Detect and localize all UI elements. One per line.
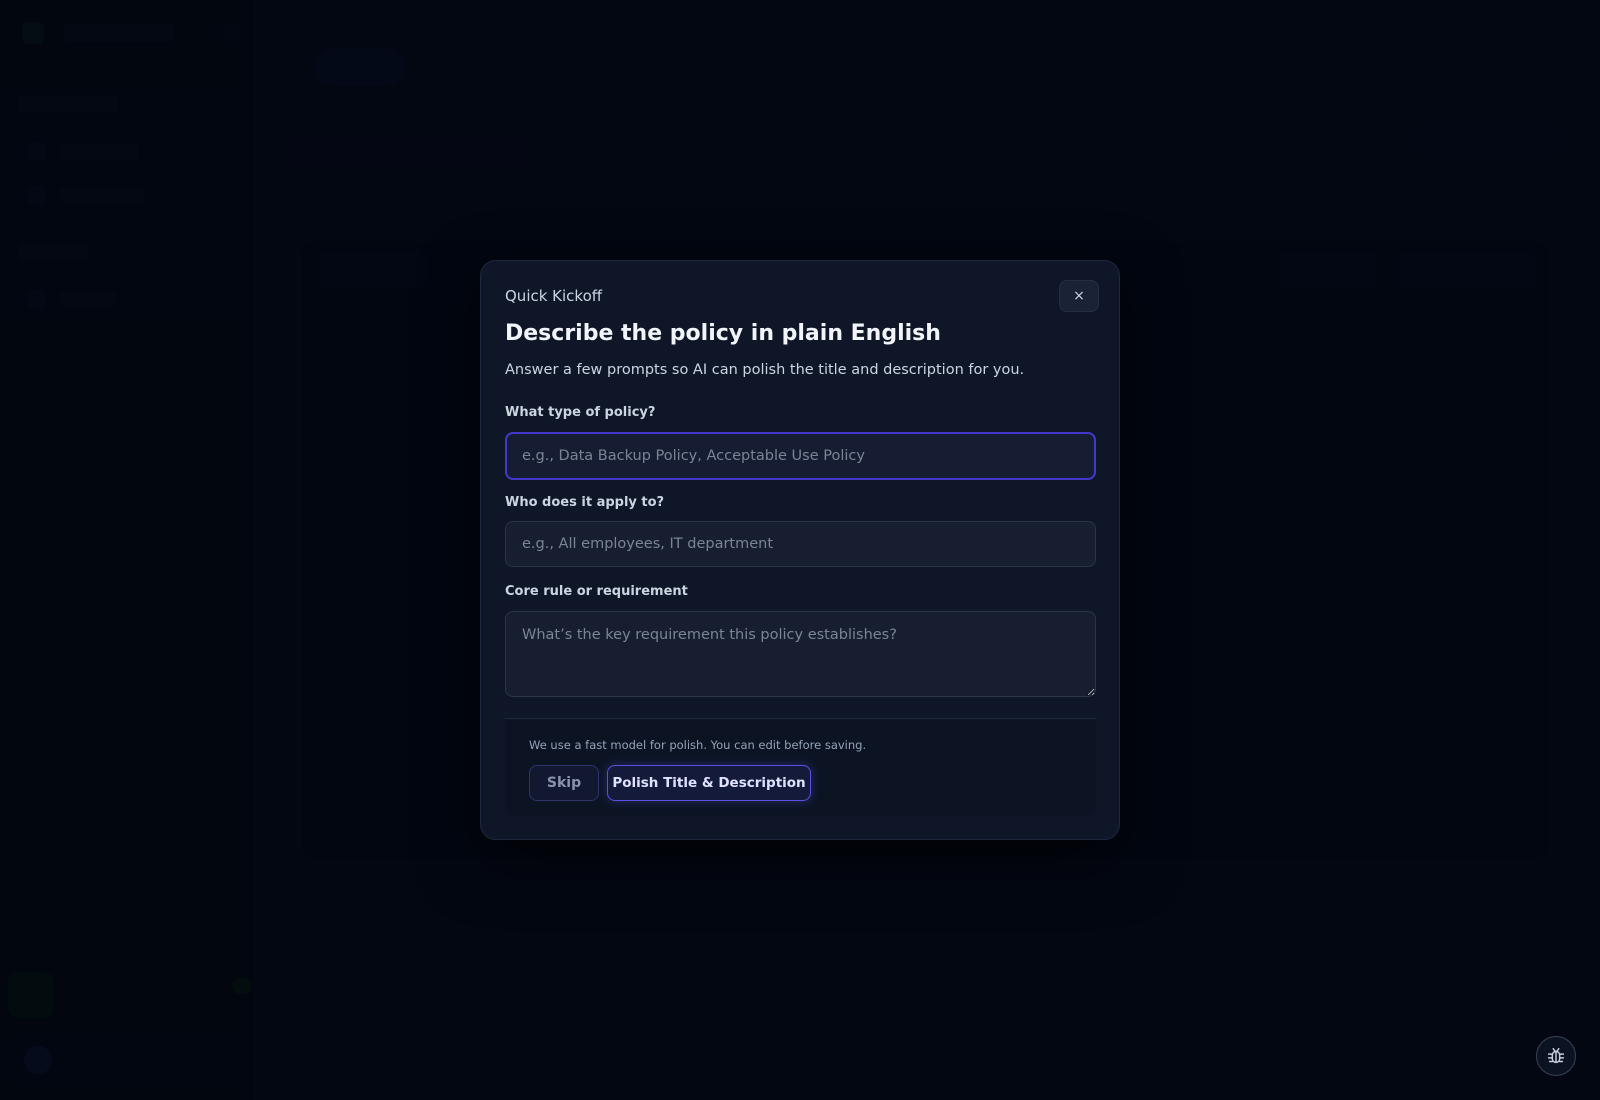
modal-title: Describe the policy in plain English [505,321,941,346]
close-icon: × [1073,288,1085,304]
modal-footer: We use a fast model for polish. You can … [505,718,1096,816]
policy-type-input[interactable] [505,432,1096,480]
core-rule-label: Core rule or requirement [505,584,688,599]
debug-button[interactable] [1536,1036,1576,1076]
modal-kicker: Quick Kickoff [505,287,603,305]
skip-button[interactable]: Skip [529,765,599,801]
policy-type-label: What type of policy? [505,405,656,420]
applies-to-input[interactable] [505,521,1096,567]
core-rule-textarea[interactable] [505,611,1096,697]
bug-icon [1547,1047,1565,1064]
polish-button[interactable]: Polish Title & Description [607,765,811,801]
footer-note: We use a fast model for polish. You can … [529,738,867,752]
modal-subtitle: Answer a few prompts so AI can polish th… [505,362,1025,378]
quick-kickoff-modal: Quick Kickoff × Describe the policy in p… [480,260,1120,840]
close-button[interactable]: × [1059,280,1099,312]
applies-to-label: Who does it apply to? [505,495,665,510]
